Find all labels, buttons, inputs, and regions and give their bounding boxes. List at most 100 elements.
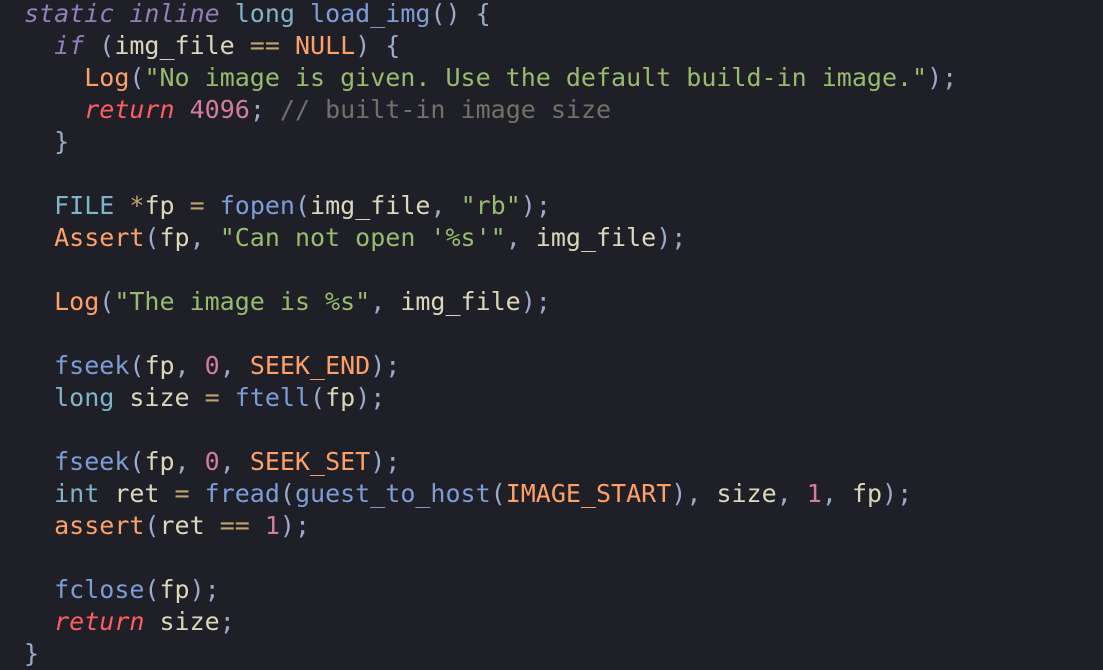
code-token: int bbox=[54, 479, 100, 508]
code-token: ); bbox=[882, 479, 913, 508]
code-editor[interactable]: static inline long load_img() { if (img_… bbox=[0, 0, 1103, 670]
code-token: size bbox=[114, 383, 190, 412]
code-token: inline bbox=[129, 0, 220, 28]
code-token: return bbox=[54, 607, 145, 636]
code-token: "The image is %s" bbox=[114, 287, 371, 316]
code-token: SEEK_SET bbox=[249, 447, 371, 476]
code-token: ); bbox=[927, 63, 958, 92]
code-token: Assert bbox=[54, 223, 145, 252]
code-token: "No image is given. Use the default buil… bbox=[144, 63, 928, 92]
code-token: , bbox=[370, 287, 401, 316]
code-token: ; bbox=[219, 607, 235, 636]
code-line[interactable]: fseek(fp, 0, SEEK_END); bbox=[24, 350, 400, 382]
code-token: ( bbox=[84, 31, 115, 60]
code-token: ); bbox=[189, 575, 220, 604]
code-token: fp bbox=[325, 383, 356, 412]
code-token: ); bbox=[279, 511, 311, 540]
code-token: = bbox=[159, 479, 205, 508]
code-token: 1 bbox=[806, 479, 822, 508]
code-token: } bbox=[24, 639, 40, 668]
code-token: ( bbox=[310, 383, 326, 412]
code-token: img_file bbox=[310, 191, 431, 220]
code-token: long bbox=[234, 0, 295, 28]
code-line[interactable]: int ret = fread(guest_to_host(IMAGE_STAR… bbox=[24, 478, 912, 510]
code-token: , bbox=[219, 447, 250, 476]
code-token: ( bbox=[129, 351, 145, 380]
code-token: IMAGE_START bbox=[505, 479, 672, 508]
code-line[interactable]: static inline long load_img() { bbox=[24, 0, 491, 30]
code-line[interactable]: return 4096; // built-in image size bbox=[24, 94, 611, 126]
code-token: ); bbox=[656, 223, 687, 252]
code-line[interactable]: fclose(fp); bbox=[24, 574, 220, 606]
code-token: () bbox=[430, 0, 461, 28]
code-line[interactable]: Assert(fp, "Can not open '%s'", img_file… bbox=[24, 222, 686, 254]
code-token: ( bbox=[294, 191, 311, 220]
code-token: // built-in image size bbox=[279, 95, 612, 124]
code-line[interactable]: Log("The image is %s", img_file); bbox=[24, 286, 551, 318]
code-line[interactable]: if (img_file == NULL) { bbox=[24, 30, 400, 62]
code-token: fclose bbox=[54, 575, 145, 604]
code-line[interactable]: long size = ftell(fp); bbox=[24, 382, 385, 414]
code-line[interactable]: FILE *fp = fopen(img_file, "rb"); bbox=[24, 190, 551, 222]
code-token: ( bbox=[129, 447, 145, 476]
code-token: if bbox=[54, 31, 85, 60]
code-token: } bbox=[54, 127, 70, 156]
code-token: static bbox=[24, 0, 115, 28]
code-token: FILE bbox=[54, 191, 115, 220]
code-token: fp bbox=[144, 191, 175, 220]
code-token: fseek bbox=[54, 351, 130, 380]
code-token: ( bbox=[99, 287, 115, 316]
code-token: fopen bbox=[219, 191, 295, 220]
code-token: ( bbox=[129, 63, 145, 92]
code-line[interactable]: return size; bbox=[24, 606, 235, 638]
code-token: assert bbox=[54, 511, 145, 540]
code-token: ); bbox=[520, 287, 551, 316]
code-token: ( bbox=[144, 223, 160, 252]
code-token: fp bbox=[851, 479, 883, 508]
code-token: = bbox=[189, 383, 235, 412]
code-token: "rb" bbox=[460, 191, 521, 220]
code-line[interactable]: Log("No image is given. Use the default … bbox=[24, 62, 957, 94]
code-token: NULL bbox=[294, 31, 356, 60]
code-token: fp bbox=[159, 223, 190, 252]
code-token: , bbox=[821, 479, 852, 508]
code-token: 0 bbox=[204, 447, 220, 476]
code-line[interactable]: assert(ret == 1); bbox=[24, 510, 310, 542]
code-token: fseek bbox=[54, 447, 130, 476]
code-line[interactable]: fseek(fp, 0, SEEK_SET); bbox=[24, 446, 400, 478]
code-token: ( bbox=[279, 479, 295, 508]
code-token: * bbox=[129, 191, 145, 220]
code-token: , bbox=[174, 447, 205, 476]
code-token: ), bbox=[671, 479, 717, 508]
code-token: long bbox=[54, 383, 115, 412]
code-token: img_file bbox=[114, 31, 235, 60]
code-line[interactable]: } bbox=[24, 638, 39, 670]
code-token: ) { bbox=[355, 31, 401, 60]
code-line[interactable]: } bbox=[24, 126, 69, 158]
code-token: size bbox=[716, 479, 777, 508]
code-token: ); bbox=[355, 383, 386, 412]
code-token: , bbox=[430, 191, 461, 220]
code-token: ); bbox=[370, 447, 401, 476]
code-token: 4096 bbox=[189, 95, 250, 124]
code-token: fread bbox=[204, 479, 280, 508]
code-token: load_img bbox=[310, 0, 431, 28]
code-token: , bbox=[776, 479, 807, 508]
code-token: 0 bbox=[204, 351, 220, 380]
code-token: Log bbox=[54, 287, 100, 316]
